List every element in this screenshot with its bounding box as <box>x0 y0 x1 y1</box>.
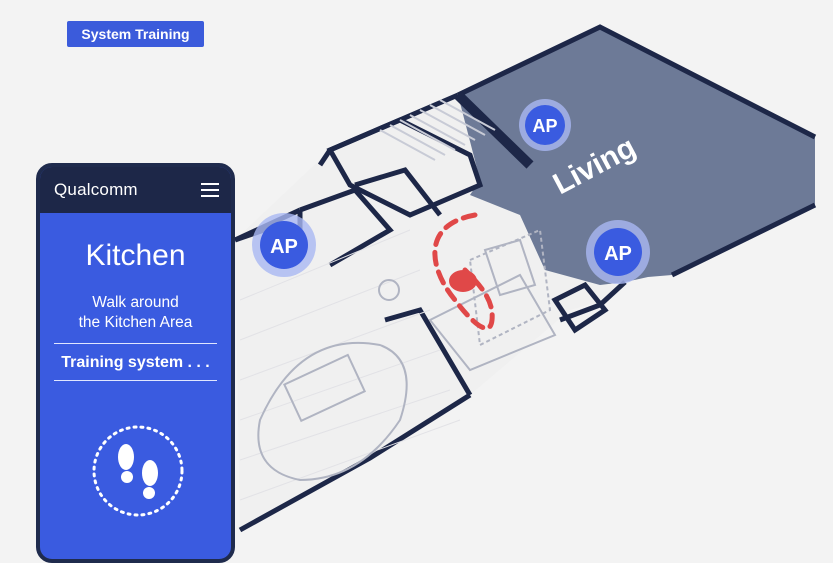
access-point-1: AP <box>519 99 571 151</box>
room-title: Kitchen <box>85 239 186 272</box>
instruction-line-2: the Kitchen Area <box>78 314 193 331</box>
divider <box>54 343 217 344</box>
access-point-label: AP <box>270 236 298 258</box>
user-position-marker <box>449 270 477 292</box>
training-status: Training system . . . <box>61 354 210 371</box>
hamburger-menu-icon[interactable] <box>201 183 219 197</box>
footsteps-icon <box>92 425 184 517</box>
instruction-line-1: Walk around <box>92 294 179 311</box>
instruction-text: Walk around the Kitchen Area <box>40 293 231 333</box>
phone-mockup: Qualcomm Kitchen Walk around the Kitchen… <box>36 163 235 563</box>
access-point-3: AP <box>586 220 650 284</box>
divider <box>54 380 217 381</box>
access-point-2: AP <box>252 213 316 277</box>
access-point-label: AP <box>532 116 557 136</box>
access-point-label: AP <box>604 243 632 265</box>
brand-logo: Qualcomm <box>54 180 138 199</box>
system-training-badge: System Training <box>67 21 204 47</box>
phone-header: Qualcomm <box>40 167 231 213</box>
